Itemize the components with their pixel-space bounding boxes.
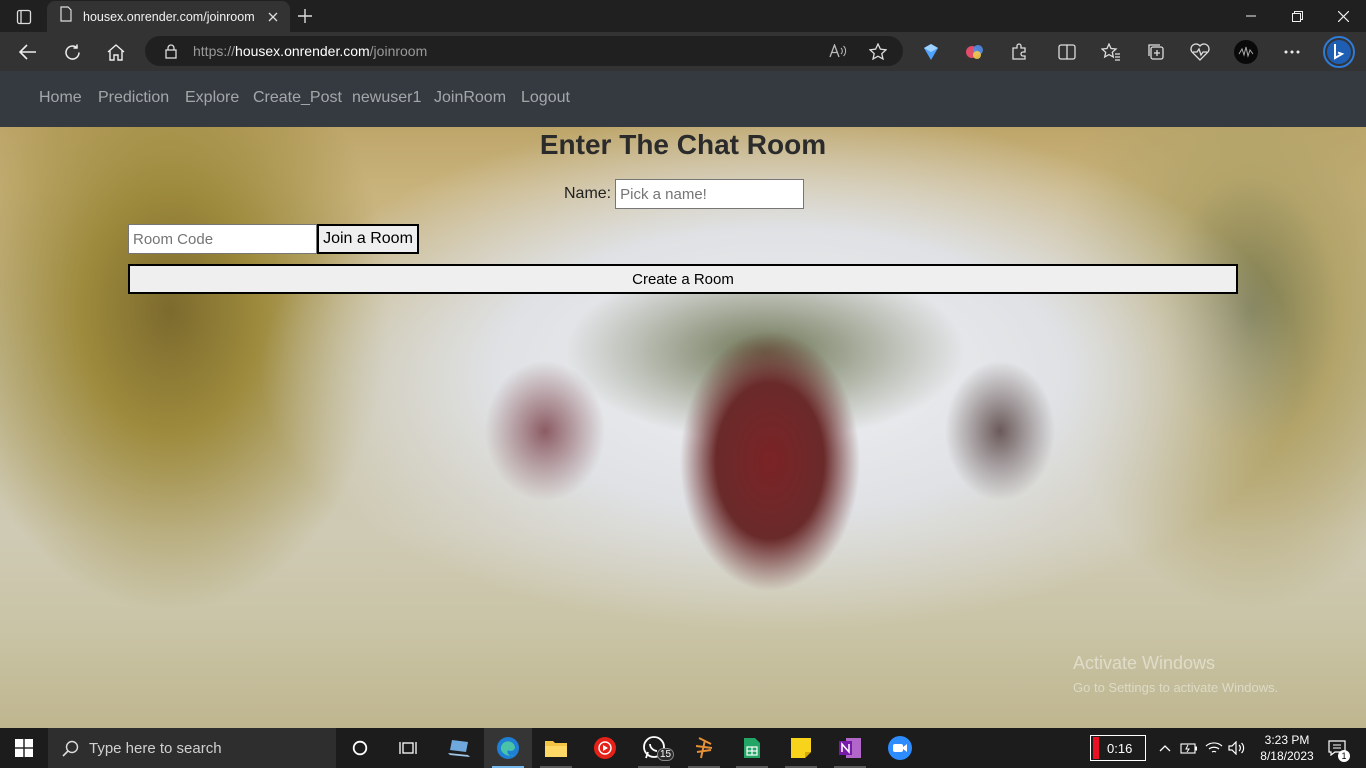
url-path: /joinroom	[369, 43, 428, 59]
search-icon	[62, 740, 79, 757]
url-prefix: https://	[193, 43, 236, 59]
page-title: Enter The Chat Room	[539, 129, 827, 160]
file-explorer-icon[interactable]	[532, 728, 580, 768]
sheets-icon[interactable]	[728, 728, 776, 768]
lock-icon[interactable]	[163, 43, 179, 59]
favorites-icon[interactable]	[1097, 38, 1125, 66]
notification-count: 1	[1338, 750, 1350, 762]
tab-title: housex.onrender.com/joinroom	[83, 9, 255, 24]
battery-timer[interactable]: 0:16	[1090, 735, 1146, 761]
copilot-color-icon[interactable]	[961, 38, 989, 66]
nav-username[interactable]: newuser1	[352, 89, 421, 107]
taskbar-search[interactable]: Type here to search	[48, 728, 336, 768]
room-code-input[interactable]	[128, 224, 317, 254]
edge-taskbar-icon[interactable]	[484, 728, 532, 768]
whatsapp-icon[interactable]: 15	[630, 728, 678, 768]
browser-tab-bar: housex.onrender.com/joinroom	[0, 0, 1366, 32]
more-icon[interactable]	[1278, 38, 1306, 66]
join-room-button[interactable]: Join a Room	[317, 224, 419, 254]
battery-low-bar	[1093, 737, 1099, 759]
restore-icon[interactable]	[1274, 0, 1320, 32]
browser-tab[interactable]: housex.onrender.com/joinroom	[47, 1, 290, 32]
collections-icon[interactable]	[1142, 38, 1170, 66]
profile-avatar[interactable]	[1232, 38, 1260, 66]
system-clock[interactable]: 3:23 PM 8/18/2023	[1252, 732, 1322, 764]
whatsapp-badge: 15	[657, 748, 675, 761]
back-icon[interactable]	[13, 38, 43, 66]
split-screen-icon[interactable]	[1053, 38, 1081, 66]
battery-icon[interactable]	[1178, 728, 1200, 768]
chevron-up-icon[interactable]	[1154, 728, 1176, 768]
home-icon[interactable]	[101, 38, 131, 66]
nav-explore[interactable]: Explore	[185, 89, 239, 107]
nav-home[interactable]: Home	[39, 89, 82, 107]
nav-create-post[interactable]: Create_Post	[253, 89, 342, 107]
clock-time: 3:23 PM	[1264, 733, 1310, 747]
nav-joinroom[interactable]: JoinRoom	[434, 89, 506, 107]
name-label: Name:	[564, 185, 612, 202]
sketch-app-icon[interactable]	[680, 728, 728, 768]
wifi-icon[interactable]	[1203, 728, 1225, 768]
url-bar[interactable]: https://housex.onrender.com/joinroom	[145, 36, 903, 66]
page-background: Home Prediction Explore Create_Post newu…	[0, 71, 1366, 728]
search-placeholder: Type here to search	[89, 739, 222, 757]
read-aloud-icon[interactable]	[826, 40, 850, 62]
url-host: housex.onrender.com	[235, 43, 370, 59]
url-text: https://housex.onrender.com/joinroom	[193, 43, 427, 59]
nav-logout[interactable]: Logout	[521, 89, 570, 107]
youtube-music-icon[interactable]	[581, 728, 629, 768]
laptop-app-icon[interactable]	[435, 728, 483, 768]
task-view-icon[interactable]	[384, 728, 432, 768]
name-row: Name:	[564, 179, 805, 209]
notification-icon[interactable]: 1	[1320, 728, 1354, 768]
site-navbar: Home Prediction Explore Create_Post newu…	[0, 71, 1366, 127]
health-icon[interactable]	[1186, 38, 1214, 66]
window-close-icon[interactable]	[1320, 0, 1366, 32]
refresh-icon[interactable]	[57, 38, 87, 66]
create-room-button[interactable]: Create a Room	[128, 264, 1238, 294]
page-icon	[59, 6, 73, 27]
battery-time: 0:16	[1107, 740, 1133, 756]
clock-date: 8/18/2023	[1260, 749, 1314, 763]
close-icon[interactable]	[262, 6, 284, 28]
nav-prediction[interactable]: Prediction	[98, 89, 169, 107]
windows-start-icon[interactable]	[0, 728, 48, 768]
shield-extension-icon[interactable]	[917, 38, 945, 66]
bing-icon[interactable]	[1322, 35, 1356, 69]
windows-taskbar: Type here to search 15 0:16 3:23 PM 8/18…	[0, 728, 1366, 768]
plus-icon[interactable]	[293, 5, 317, 27]
watermark-subtitle: Go to Settings to activate Windows.	[1073, 680, 1279, 695]
onenote-icon[interactable]	[826, 728, 874, 768]
volume-icon[interactable]	[1226, 728, 1248, 768]
zoom-icon[interactable]	[876, 728, 924, 768]
watermark-title: Activate Windows	[1073, 653, 1216, 673]
sticky-notes-icon[interactable]	[777, 728, 825, 768]
tab-actions-icon[interactable]	[10, 6, 38, 28]
name-input[interactable]	[615, 179, 805, 209]
cortana-icon[interactable]	[336, 728, 384, 768]
address-toolbar: https://housex.onrender.com/joinroom	[0, 32, 1366, 71]
minimize-icon[interactable]	[1228, 0, 1274, 32]
extension-icon[interactable]	[1005, 38, 1033, 66]
favorite-star-icon[interactable]	[866, 40, 890, 62]
activate-windows-watermark: Activate Windows Go to Settings to activ…	[1073, 653, 1278, 695]
